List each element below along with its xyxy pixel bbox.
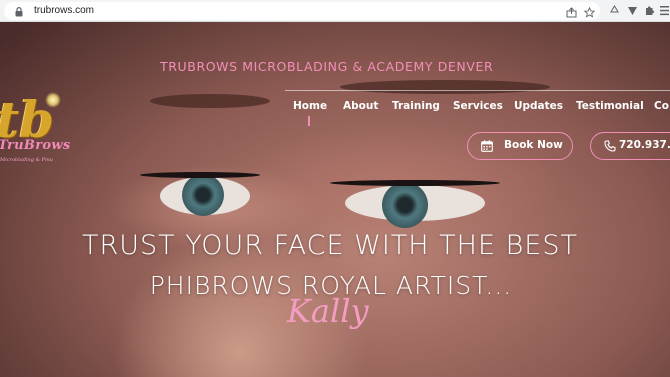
hero-section: tb TruBrows Microblading & Pmu TRUBROWS … — [0, 22, 670, 377]
hero-photo-brow-right — [340, 80, 550, 94]
extension-recycle-icon[interactable] — [609, 5, 620, 16]
hero-photo-lashes-left — [140, 172, 260, 178]
nav-item-testimonial[interactable]: Testimonial — [576, 100, 644, 112]
nav-item-about[interactable]: About — [343, 100, 378, 112]
address-bar[interactable]: trubrows.com — [4, 2, 600, 20]
extension-vpn-icon[interactable] — [627, 5, 638, 16]
main-nav: Home About Training Services Updates Tes… — [0, 100, 670, 116]
phone-icon — [604, 140, 616, 152]
site-title: TRUBROWS MICROBLADING & ACADEMY DENVER — [160, 59, 494, 74]
logo-brand-name[interactable]: TruBrows — [0, 138, 70, 153]
nav-item-updates[interactable]: Updates — [514, 100, 563, 112]
logo-tagline: Microblading & Pmu — [0, 157, 53, 163]
nav-item-contact[interactable]: Co — [654, 100, 669, 112]
artist-signature: Kally — [287, 292, 369, 330]
phone-label: 720.937.66 — [619, 139, 670, 151]
hero-photo-iris-left — [182, 174, 224, 216]
nav-item-home[interactable]: Home — [293, 100, 327, 112]
extensions-puzzle-icon[interactable] — [644, 5, 655, 16]
nav-active-indicator — [308, 116, 310, 126]
bookmark-star-icon[interactable] — [584, 7, 595, 18]
share-icon[interactable] — [566, 7, 577, 18]
book-now-label: Book Now — [504, 139, 563, 151]
url-text[interactable]: trubrows.com — [34, 5, 94, 16]
phone-button[interactable]: 720.937.66 — [590, 132, 670, 160]
hero-photo-lashes-right — [330, 180, 500, 186]
lock-icon[interactable] — [15, 7, 23, 17]
nav-item-training[interactable]: Training — [392, 100, 440, 112]
hero-headline-line1: TRUST YOUR FACE WITH THE BEST — [82, 230, 578, 261]
nav-item-services[interactable]: Services — [453, 100, 503, 112]
book-now-button[interactable]: Book Now — [467, 132, 573, 160]
browser-toolbar: trubrows.com — [0, 0, 670, 22]
title-divider — [285, 90, 670, 91]
calendar-icon — [481, 140, 493, 152]
hero-photo-iris-right — [382, 182, 428, 228]
browser-menu-icon[interactable] — [659, 4, 670, 17]
